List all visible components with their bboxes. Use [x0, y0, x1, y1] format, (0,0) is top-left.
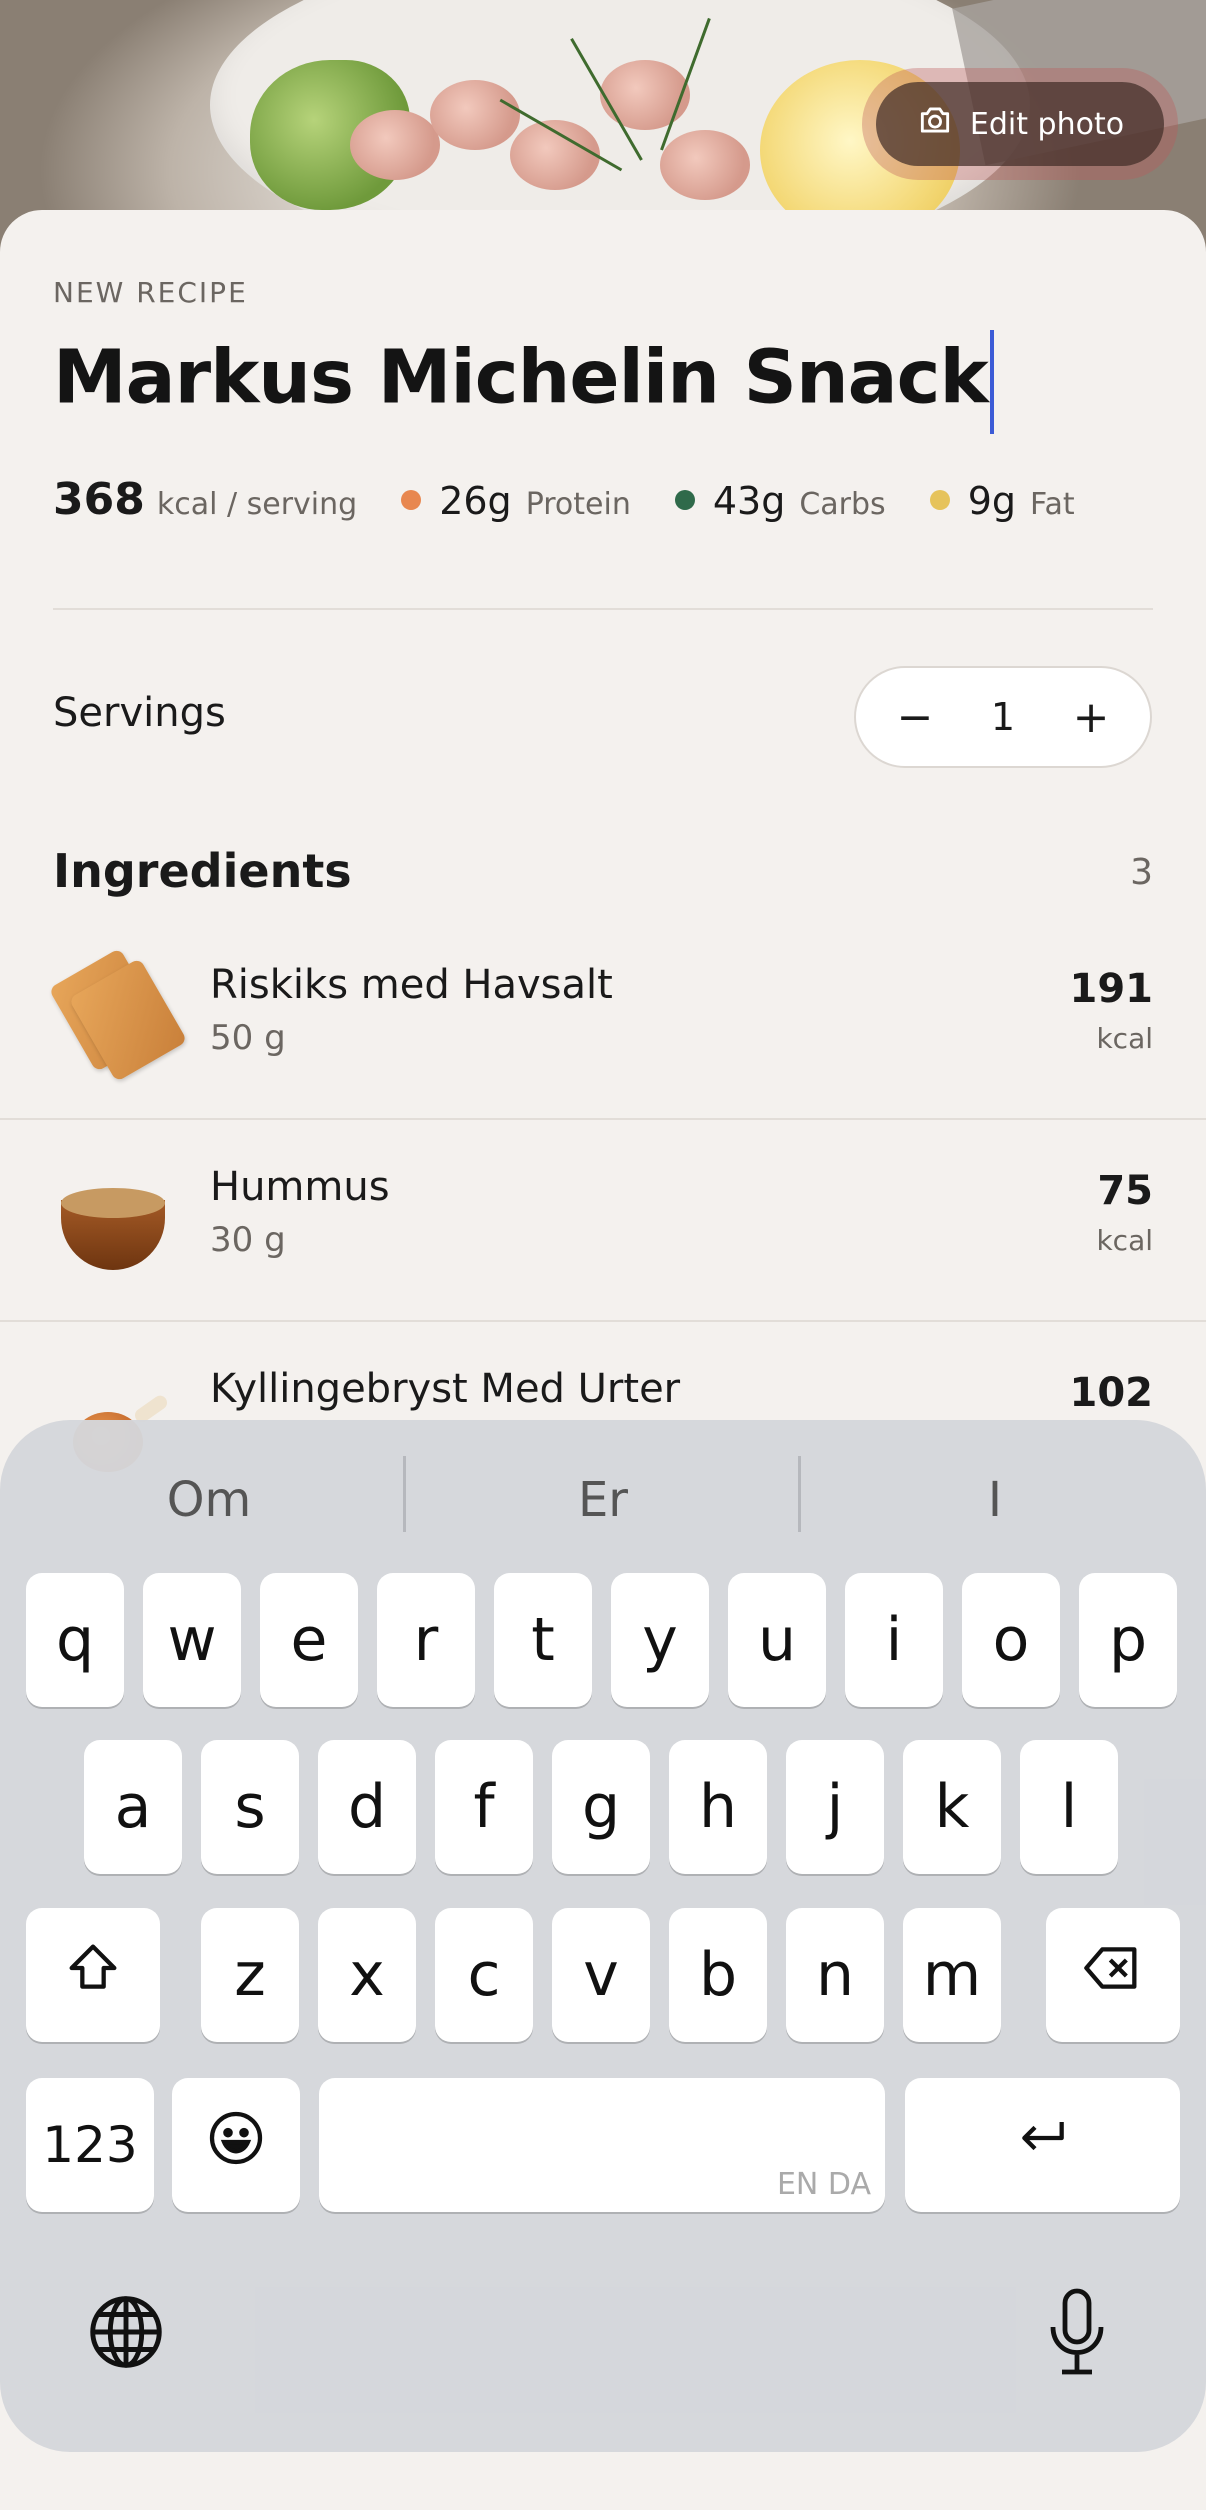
key[interactable]: r: [377, 1573, 475, 1707]
ingredient-kcal: 102: [1069, 1370, 1154, 1416]
carbs-dot-icon: [674, 490, 695, 510]
camera-icon: [916, 101, 954, 147]
key[interactable]: n: [786, 1908, 884, 2042]
cracker-icon: [48, 947, 188, 1083]
edit-photo-label: Edit photo: [969, 106, 1125, 142]
macro-carbs: 43g Carbs: [674, 479, 886, 523]
recipe-title-text: Markus Michelin Snack: [53, 334, 989, 421]
decrease-servings-button[interactable]: −: [892, 692, 938, 743]
ingredient-row[interactable]: Riskiks med Havsalt 50 g 191 kcal: [0, 918, 1206, 1120]
ingredients-count: 3: [1130, 852, 1153, 893]
suggestion[interactable]: Om: [14, 1460, 404, 1540]
recipe-title-input[interactable]: Markus Michelin Snack: [53, 330, 994, 434]
ingredient-kcal-unit: kcal: [1096, 1022, 1153, 1055]
key[interactable]: q: [26, 1573, 124, 1707]
protein-label: Protein: [525, 487, 631, 522]
keyboard-languages: EN DA: [776, 2167, 871, 2202]
space-key[interactable]: EN DA: [319, 2078, 885, 2212]
macro-fat: 9g Fat: [929, 479, 1075, 523]
key[interactable]: k: [903, 1740, 1001, 1874]
fat-dot-icon: [929, 490, 950, 510]
return-icon: [1011, 2106, 1075, 2185]
key[interactable]: g: [552, 1740, 650, 1874]
backspace-icon: [1081, 1936, 1145, 2015]
ingredient-kcal-unit: kcal: [1096, 1224, 1153, 1257]
suggestion[interactable]: I: [800, 1460, 1190, 1540]
return-key[interactable]: [905, 2078, 1180, 2212]
shift-icon: [61, 1936, 125, 2015]
ingredients-heading: Ingredients: [53, 844, 352, 898]
key[interactable]: d: [318, 1740, 416, 1874]
protein-dot-icon: [401, 490, 422, 510]
ingredient-qty: 50 g: [210, 1018, 286, 1058]
ingredient-name: Hummus: [210, 1164, 390, 1210]
macro-protein: 26g Protein: [401, 479, 631, 523]
ingredient-qty: 30 g: [210, 1220, 286, 1260]
text-cursor: [989, 330, 994, 434]
ingredient-kcal: 191: [1069, 966, 1154, 1012]
microphone-icon[interactable]: [1040, 2285, 1114, 2381]
suggestion-divider: [403, 1456, 406, 1532]
fat-label: Fat: [1030, 487, 1075, 522]
key[interactable]: b: [669, 1908, 767, 2042]
carbs-label: Carbs: [799, 487, 886, 522]
key[interactable]: v: [552, 1908, 650, 2042]
divider: [53, 608, 1153, 610]
key[interactable]: m: [903, 1908, 1001, 2042]
kcal-value: 368: [53, 474, 145, 525]
key[interactable]: p: [1079, 1573, 1177, 1707]
servings-value: 1: [990, 695, 1016, 739]
key[interactable]: l: [1020, 1740, 1118, 1874]
key[interactable]: c: [435, 1908, 533, 2042]
globe-icon[interactable]: [84, 2290, 168, 2374]
ingredient-name: Riskiks med Havsalt: [210, 962, 613, 1008]
key[interactable]: u: [728, 1573, 826, 1707]
shrimp: [430, 80, 520, 150]
ingredient-kcal: 75: [1097, 1168, 1153, 1214]
numbers-key[interactable]: 123: [26, 2078, 154, 2212]
edit-photo-button[interactable]: Edit photo: [876, 82, 1164, 166]
ingredient-row[interactable]: Hummus 30 g 75 kcal: [0, 1120, 1206, 1322]
servings-stepper: − 1 +: [854, 666, 1152, 768]
kcal-unit: kcal / serving: [156, 487, 358, 522]
fat-value: 9g: [967, 479, 1016, 523]
nutrition-summary: 368 kcal / serving 26g Protein 43g Carbs…: [53, 474, 1075, 525]
key[interactable]: x: [318, 1908, 416, 2042]
key[interactable]: f: [435, 1740, 533, 1874]
key[interactable]: z: [201, 1908, 299, 2042]
key[interactable]: s: [201, 1740, 299, 1874]
key[interactable]: a: [84, 1740, 182, 1874]
suggestion[interactable]: Er: [408, 1460, 798, 1540]
key[interactable]: y: [611, 1573, 709, 1707]
servings-label: Servings: [53, 690, 226, 736]
emoji-key[interactable]: [172, 2078, 300, 2212]
ingredient-name: Kyllingebryst Med Urter: [210, 1366, 681, 1412]
key[interactable]: t: [494, 1573, 592, 1707]
shrimp: [660, 130, 750, 200]
recipe-eyebrow: NEW RECIPE: [53, 276, 248, 309]
emoji-icon: [204, 2106, 268, 2185]
shrimp: [600, 60, 690, 130]
key[interactable]: e: [260, 1573, 358, 1707]
shift-key[interactable]: [26, 1908, 160, 2042]
keyboard: Om Er I q w e r t y u i o p a s d f g h …: [0, 1420, 1206, 2452]
key[interactable]: h: [669, 1740, 767, 1874]
backspace-key[interactable]: [1046, 1908, 1180, 2042]
key[interactable]: o: [962, 1573, 1060, 1707]
key[interactable]: j: [786, 1740, 884, 1874]
protein-value: 26g: [439, 479, 512, 523]
key[interactable]: w: [143, 1573, 241, 1707]
hummus-icon: [53, 1160, 173, 1270]
shrimp: [350, 110, 440, 180]
carbs-value: 43g: [712, 479, 786, 523]
increase-servings-button[interactable]: +: [1068, 692, 1114, 743]
key[interactable]: i: [845, 1573, 943, 1707]
